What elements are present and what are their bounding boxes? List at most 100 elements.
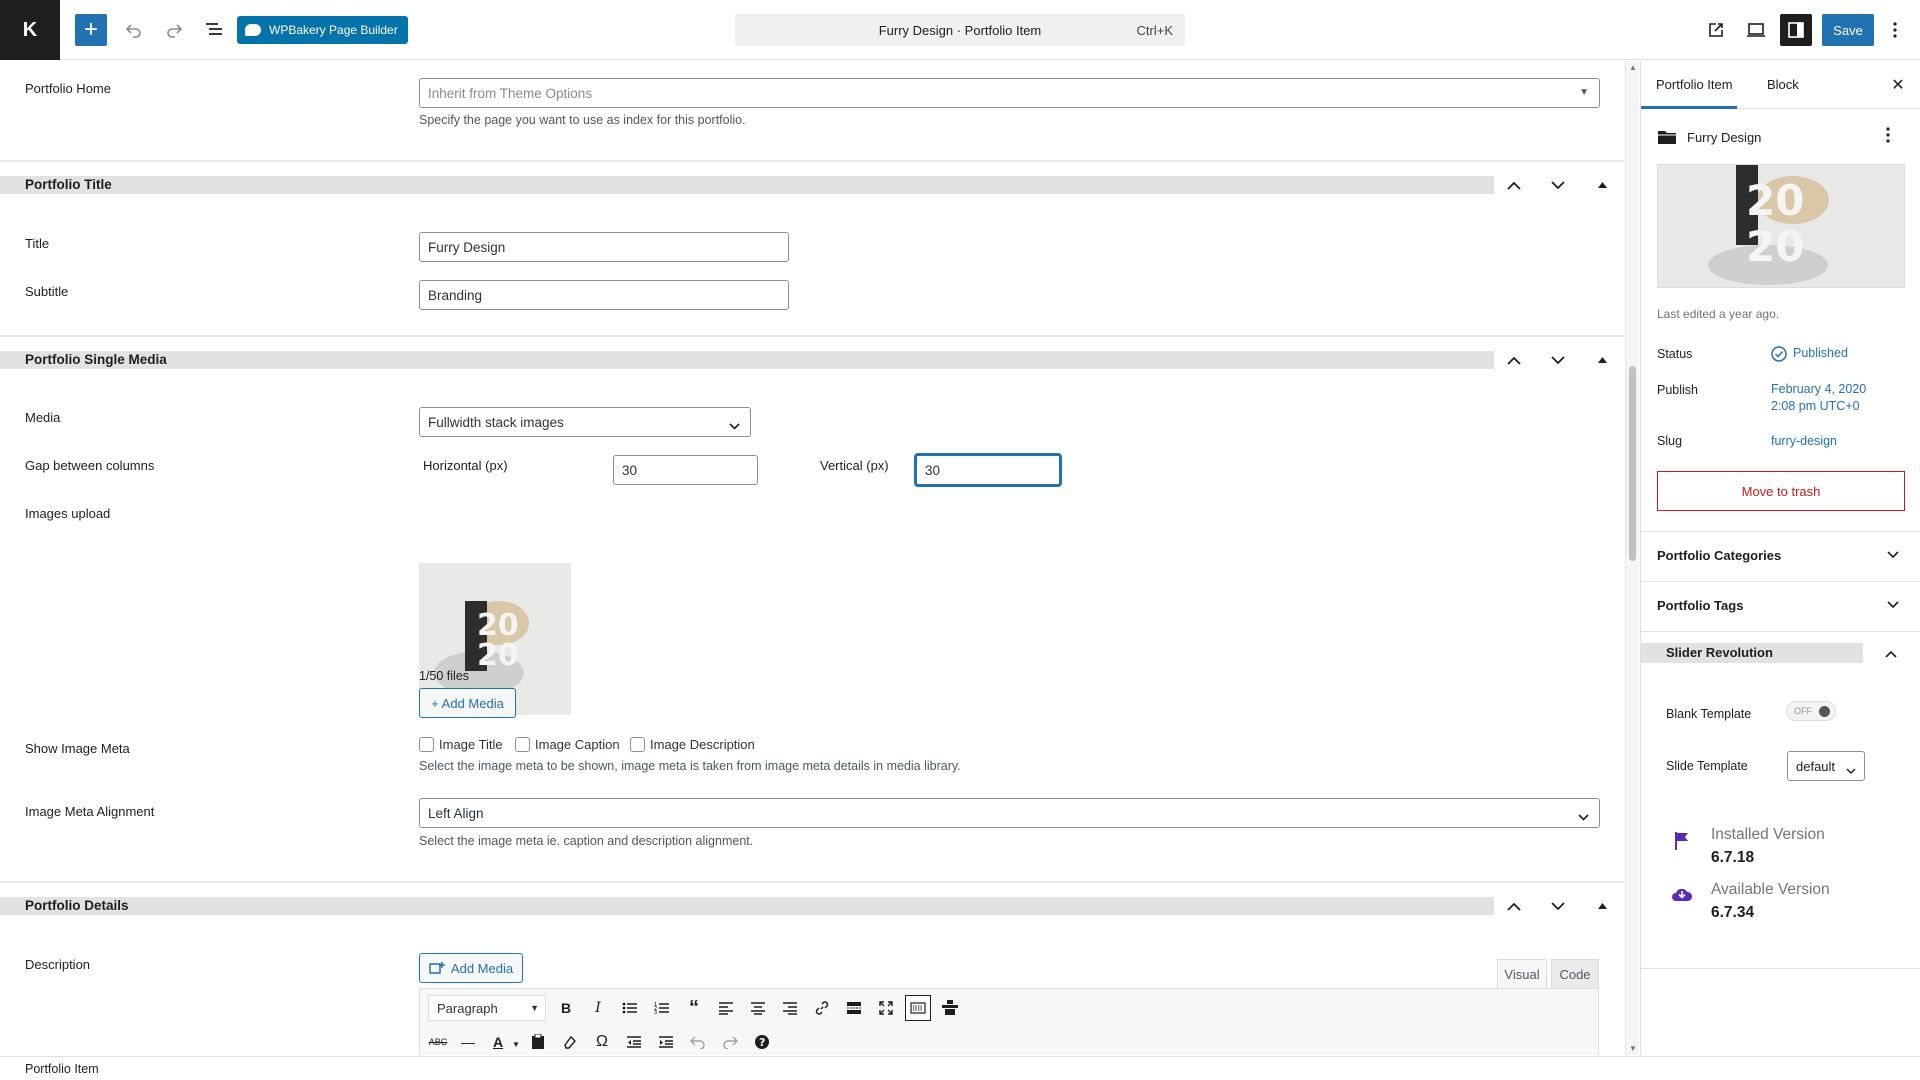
vertical-gap-input[interactable]: 30 — [915, 454, 1061, 486]
media-type-select[interactable]: Fullwidth stack images — [419, 407, 751, 437]
indent-icon[interactable] — [653, 1029, 679, 1055]
command-palette-bar[interactable]: Furry Design · Portfolio Item Ctrl+K — [735, 14, 1185, 46]
collapse-triangle-icon[interactable] — [1590, 173, 1614, 197]
portfolio-home-select[interactable]: Inherit from Theme Options ▼ — [419, 78, 1600, 108]
document-overview-icon[interactable] — [198, 14, 230, 46]
chevron-down-icon[interactable] — [1887, 548, 1899, 562]
fullscreen-icon[interactable] — [873, 995, 899, 1021]
outdent-icon[interactable] — [621, 1029, 647, 1055]
bullet-list-icon[interactable] — [617, 995, 643, 1021]
redo-icon[interactable] — [158, 14, 190, 46]
publish-date-value[interactable]: February 4, 2020 2:08 pm UTC+0 — [1771, 381, 1866, 415]
collapse-triangle-icon[interactable] — [1590, 894, 1614, 918]
toolbar-toggle-icon[interactable] — [905, 995, 931, 1021]
portfolio-media-section-header[interactable]: Portfolio Single Media — [0, 351, 1494, 369]
add-media-icon — [429, 962, 445, 974]
preview-device-icon[interactable] — [1740, 14, 1772, 46]
portfolio-details-section-header[interactable]: Portfolio Details — [0, 897, 1494, 915]
slide-template-select[interactable]: default — [1787, 751, 1865, 781]
portfolio-title-section-header[interactable]: Portfolio Title — [0, 176, 1494, 194]
redo-icon[interactable] — [717, 1029, 743, 1055]
read-more-icon[interactable] — [841, 995, 867, 1021]
breadcrumb-item[interactable]: Portfolio Item — [25, 1062, 99, 1076]
bold-icon[interactable]: B — [553, 995, 579, 1021]
save-button[interactable]: Save — [1822, 14, 1874, 46]
format-select[interactable]: Paragraph ▼ — [428, 995, 546, 1021]
chevron-down-icon[interactable] — [1546, 348, 1570, 372]
slug-label: Slug — [1657, 434, 1683, 448]
folder-icon — [1658, 131, 1676, 144]
blank-template-toggle[interactable]: OFF — [1786, 701, 1836, 721]
tab-code[interactable]: Code — [1551, 959, 1599, 989]
sidebar-tabs: Portfolio Item Block ✕ — [1641, 61, 1920, 109]
main-scrollbar[interactable]: ▲ ▼ — [1625, 61, 1639, 1055]
title-input[interactable]: Furry Design — [419, 232, 789, 262]
tab-portfolio-item[interactable]: Portfolio Item — [1656, 77, 1733, 92]
link-icon[interactable] — [809, 995, 835, 1021]
align-right-icon[interactable] — [777, 995, 803, 1021]
collapse-triangle-icon[interactable] — [1590, 348, 1614, 372]
chevron-up-icon[interactable] — [1502, 173, 1526, 197]
help-icon[interactable]: ? — [749, 1029, 775, 1055]
scroll-down-icon[interactable]: ▼ — [1629, 1044, 1637, 1053]
blockquote-icon[interactable]: “ — [681, 995, 707, 1021]
slider-revolution-header[interactable]: Slider Revolution — [1641, 643, 1863, 663]
checkbox-box[interactable] — [515, 737, 530, 752]
special-character-icon[interactable]: Ω — [589, 1029, 615, 1055]
align-left-icon[interactable] — [713, 995, 739, 1021]
editor-add-media-button[interactable]: Add Media — [419, 953, 523, 983]
post-title: Furry Design — [1687, 129, 1762, 145]
section-title: Portfolio Single Media — [25, 352, 167, 367]
chevron-up-icon[interactable] — [1502, 348, 1526, 372]
featured-image[interactable]: 20 20 — [1657, 164, 1905, 288]
clear-formatting-icon[interactable] — [557, 1029, 583, 1055]
tab-block[interactable]: Block — [1767, 77, 1799, 92]
scrollbar-thumb[interactable] — [1629, 366, 1636, 561]
strikethrough-icon[interactable]: ABC — [425, 1029, 451, 1055]
settings-sidebar-icon[interactable] — [1780, 14, 1812, 46]
portfolio-tags-panel[interactable]: Portfolio Tags — [1657, 598, 1743, 613]
undo-icon[interactable] — [685, 1029, 711, 1055]
image-meta-description: Select the image meta to be shown, image… — [419, 759, 961, 773]
subtitle-input[interactable]: Branding — [419, 280, 789, 310]
image-description-checkbox[interactable]: Image Description — [630, 737, 755, 752]
wpbakery-button[interactable]: WPBakery Page Builder — [237, 16, 408, 44]
horizontal-line-icon[interactable]: — — [455, 1029, 481, 1055]
paste-text-icon[interactable] — [525, 1029, 551, 1055]
scroll-up-icon[interactable]: ▲ — [1629, 63, 1637, 72]
chevron-down-icon[interactable] — [1887, 598, 1899, 612]
horizontal-gap-input[interactable]: 30 — [613, 455, 758, 485]
status-value[interactable]: Published — [1771, 345, 1848, 362]
checkbox-box[interactable] — [419, 737, 434, 752]
section-title: Portfolio Title — [25, 177, 112, 192]
image-title-checkbox[interactable]: Image Title — [419, 737, 503, 752]
tab-visual[interactable]: Visual — [1497, 959, 1547, 989]
svg-text:3: 3 — [654, 1010, 657, 1015]
title-label: Title — [25, 236, 50, 251]
post-actions-icon[interactable] — [1886, 127, 1890, 148]
kitchen-sink-icon[interactable] — [937, 995, 963, 1021]
view-post-icon[interactable] — [1700, 14, 1732, 46]
site-logo[interactable]: K — [0, 0, 60, 60]
close-icon[interactable]: ✕ — [1886, 73, 1910, 97]
add-media-button[interactable]: + Add Media — [419, 688, 516, 718]
chevron-up-icon[interactable] — [1885, 647, 1897, 661]
chevron-up-icon[interactable] — [1502, 894, 1526, 918]
chevron-down-icon[interactable] — [1546, 173, 1570, 197]
options-more-icon[interactable] — [1880, 14, 1910, 46]
portfolio-home-label: Portfolio Home — [25, 81, 111, 96]
move-to-trash-button[interactable]: Move to trash — [1657, 471, 1905, 511]
add-block-button[interactable]: + — [75, 14, 107, 46]
numbered-list-icon[interactable]: 123 — [649, 995, 675, 1021]
portfolio-categories-panel[interactable]: Portfolio Categories — [1657, 548, 1781, 563]
undo-icon[interactable] — [118, 14, 150, 46]
slide-template-label: Slide Template — [1666, 759, 1748, 773]
checkbox-box[interactable] — [630, 737, 645, 752]
wpbakery-icon — [245, 24, 261, 36]
image-caption-checkbox[interactable]: Image Caption — [515, 737, 620, 752]
chevron-down-icon[interactable] — [1546, 894, 1570, 918]
align-center-icon[interactable] — [745, 995, 771, 1021]
image-meta-alignment-select[interactable]: Left Align — [419, 798, 1600, 828]
slug-value[interactable]: furry-design — [1771, 433, 1837, 450]
italic-icon[interactable]: I — [585, 995, 611, 1021]
